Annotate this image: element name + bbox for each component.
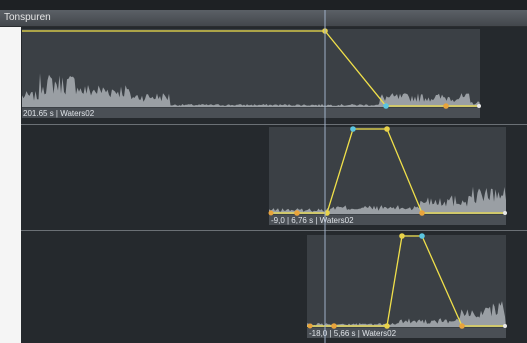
envelope-handle[interactable] (503, 211, 507, 215)
envelope-handle[interactable] (477, 104, 481, 108)
envelope-handle[interactable] (268, 210, 274, 216)
track-canvas: 201.65 s | Waters02 -9,0 | 6,76 s | Wate… (22, 10, 508, 343)
audio-clip-1[interactable]: 201.65 s | Waters02 (22, 28, 481, 118)
envelope-handle[interactable] (384, 126, 390, 132)
clip-label: -18,0 | 5,66 s | Waters02 (309, 329, 397, 338)
envelope-handle[interactable] (383, 103, 389, 109)
envelope-handle[interactable] (399, 233, 405, 239)
audio-clip-3[interactable]: -18,0 | 5,66 s | Waters02 (307, 233, 507, 338)
audio-editor-window: Tonspuren 201.65 s | Waters02 -9,0 | 6,7… (0, 0, 527, 343)
envelope-handle[interactable] (503, 324, 507, 328)
envelope-handle[interactable] (459, 323, 465, 329)
envelope-handle[interactable] (384, 323, 390, 329)
envelope-handle[interactable] (331, 323, 337, 329)
audio-clip-2[interactable]: -9,0 | 6,76 s | Waters02 (268, 126, 508, 225)
envelope-handle[interactable] (443, 103, 449, 109)
envelope-handle[interactable] (350, 126, 356, 132)
envelope-handle[interactable] (419, 233, 425, 239)
envelope-handle[interactable] (294, 210, 300, 216)
envelope-handle[interactable] (419, 210, 425, 216)
clip-label: -9,0 | 6,76 s | Waters02 (271, 216, 354, 225)
envelope-handle[interactable] (307, 323, 313, 329)
clip-label: 201.65 s | Waters02 (23, 109, 95, 118)
